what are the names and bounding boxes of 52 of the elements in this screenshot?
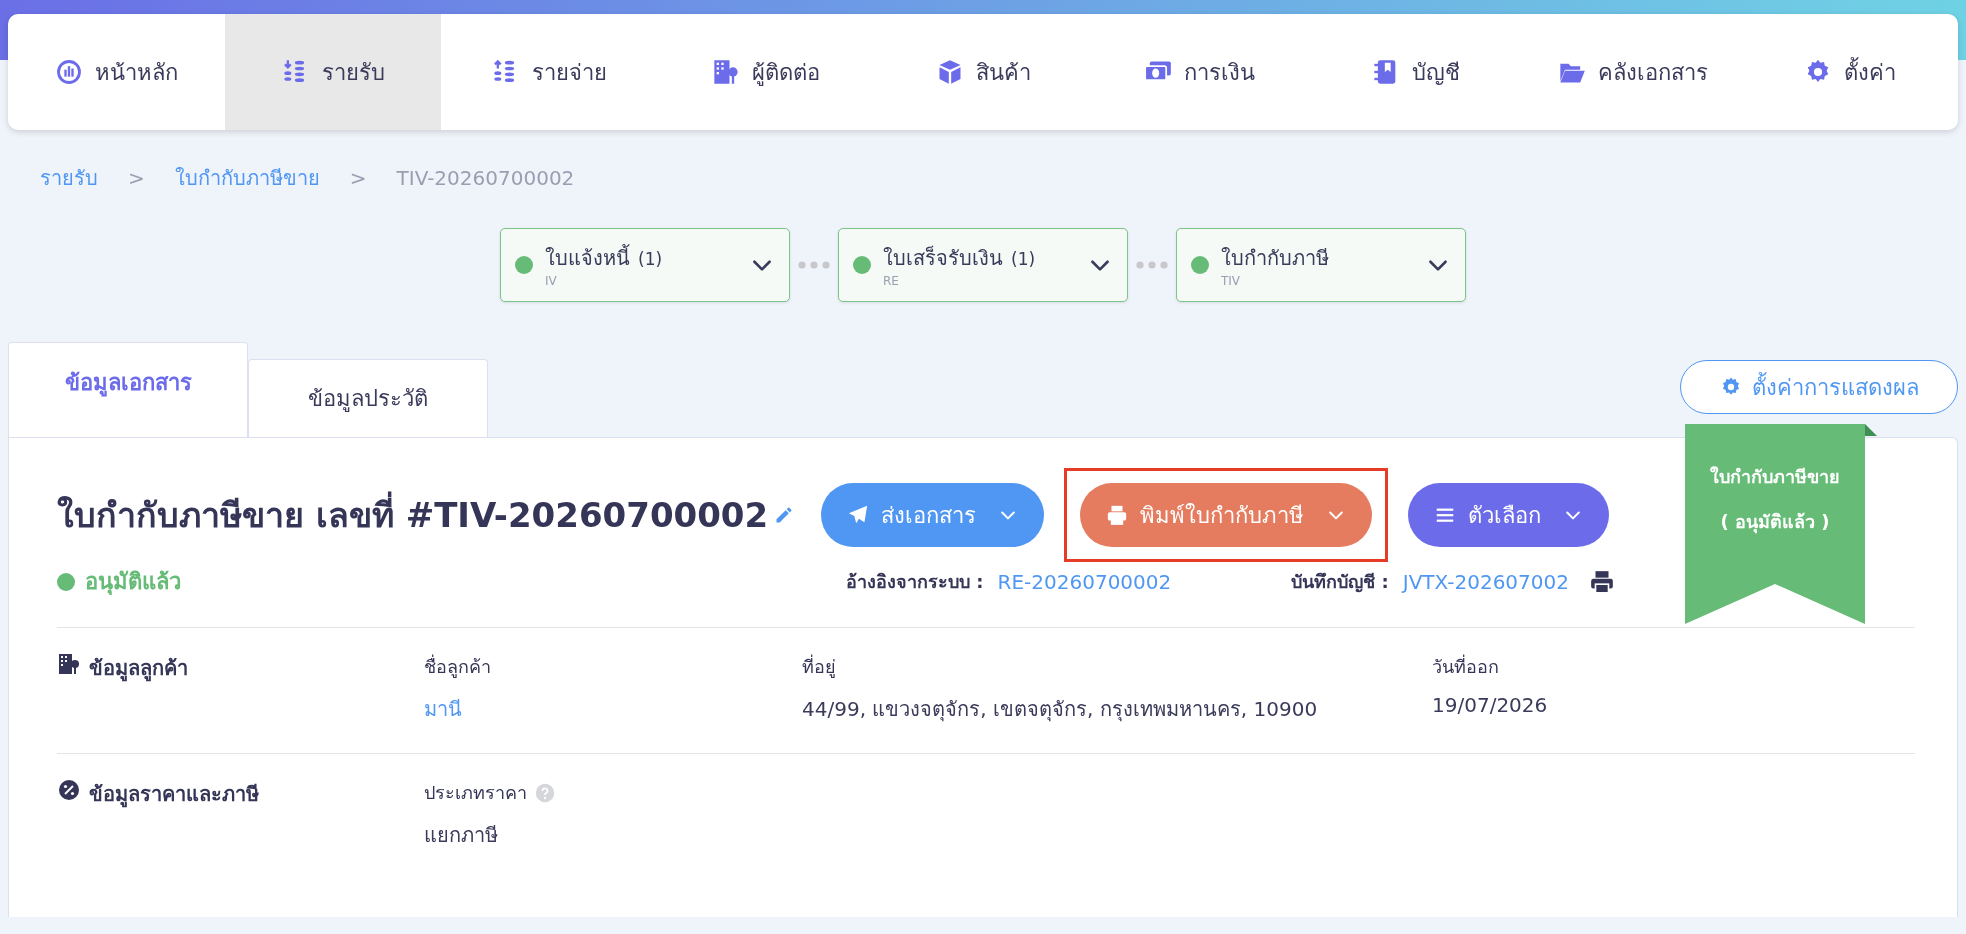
field-label: ประเภทราคา <box>424 781 527 805</box>
connector-dots-icon <box>1134 259 1170 271</box>
printer-icon[interactable] <box>1589 568 1615 595</box>
nav-tab[interactable]: บัญชี <box>1308 14 1525 130</box>
reference-label: บันทึกบัญชี : <box>1291 570 1389 595</box>
paper-plane-icon <box>847 504 869 526</box>
chart-circle-icon <box>54 58 83 86</box>
step-code: RE <box>883 274 900 288</box>
breadcrumb-current: TIV-20260700002 <box>396 166 575 190</box>
nav-tab[interactable]: รายจ่าย <box>441 14 658 130</box>
field-label: ที่อยู่ <box>802 653 836 680</box>
step-count: (1) <box>638 249 663 269</box>
section-title: ข้อมูลลูกค้า <box>89 655 188 684</box>
document-step-dropdown[interactable]: ใบกำกับภาษี TIV <box>1176 228 1466 302</box>
nav-tab[interactable]: รายรับ <box>224 14 442 130</box>
connector-dots-icon <box>796 259 832 271</box>
breadcrumb-separator: > <box>128 166 145 190</box>
field-value: 44/99, แขวงจตุจักร, เขตจตุจักร, กรุงเทพมหานคร, 10900 <box>802 696 1319 724</box>
step-title: ใบกำกับภาษี <box>1221 245 1329 272</box>
nav-tab[interactable]: คลังเอกสาร <box>1524 14 1742 130</box>
step-title: ใบเสร็จรับเงิน <box>883 244 1003 272</box>
building-icon <box>57 652 81 676</box>
tab[interactable]: ข้อมูลประวัติ <box>248 359 488 437</box>
step-code: IV <box>545 274 558 288</box>
ribbon-text: ( อนุมัติแล้ว ) <box>1720 510 1830 536</box>
percent-icon <box>57 778 81 802</box>
section-title: ข้อมูลราคาและภาษี <box>89 781 259 810</box>
nav-tab[interactable]: การเงิน <box>1091 14 1309 130</box>
document-step-dropdown[interactable]: ใบแจ้งหนี้ (1) IV <box>500 228 790 302</box>
field-label: วันที่ออก <box>1432 653 1499 679</box>
ribbon-text: ใบกำกับภาษีขาย <box>1710 465 1840 489</box>
step-count: (1) <box>1011 249 1036 269</box>
ribbon-fold-icon <box>1865 424 1877 436</box>
building-icon <box>712 58 741 86</box>
status-dot-icon <box>57 572 75 591</box>
step-title: ใบแจ้งหนี้ <box>545 243 630 272</box>
reference-label: อ้างอิงจากระบบ : <box>846 570 984 594</box>
breadcrumb-separator: > <box>349 166 367 190</box>
nav-tab[interactable]: ผู้ติดต่อ <box>658 14 875 130</box>
nav-tab[interactable]: ตั้งค่า <box>1741 14 1958 130</box>
step-code: TIV <box>1221 274 1242 288</box>
status-label: อนุมัติแล้ว <box>85 568 181 597</box>
dropdown-button[interactable]: ตัวเลือก <box>1408 483 1609 547</box>
printer-icon <box>1106 504 1128 526</box>
field-value: แยกภาษี <box>424 822 499 849</box>
document-title: ใบกำกับภาษีขาย เลขที่ #TIV-20260700002 <box>57 488 769 542</box>
nav-tab[interactable]: สินค้า <box>874 14 1092 130</box>
field-value: 19/07/2026 <box>1432 693 1549 719</box>
field-label: ชื่อลูกค้า <box>424 653 491 680</box>
nav-tab[interactable]: หน้าหลัก <box>8 14 225 130</box>
tab[interactable]: ข้อมูลเอกสาร <box>8 342 248 437</box>
document-step-dropdown[interactable]: ใบเสร็จรับเงิน (1) RE <box>838 228 1128 302</box>
